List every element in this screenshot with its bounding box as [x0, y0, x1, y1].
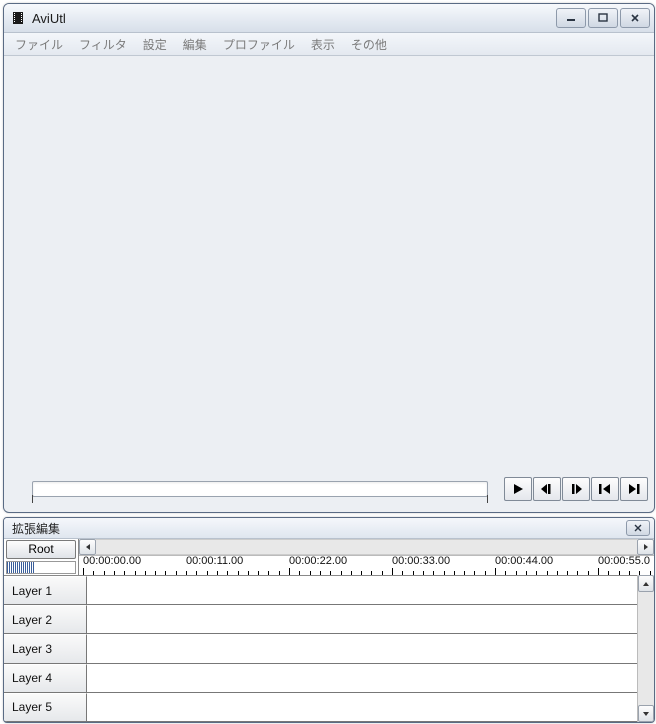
menu-edit[interactable]: 編集: [176, 34, 214, 55]
playback-buttons: [504, 477, 648, 501]
maximize-button[interactable]: [588, 8, 618, 28]
timeline: Root 00:00:00.0000:00:11.0000:00:22.0000…: [4, 539, 654, 722]
layer-track[interactable]: [87, 664, 654, 692]
layer-row: Layer 5: [4, 693, 654, 722]
window-title: AviUtl: [32, 11, 556, 26]
zoom-slider[interactable]: [6, 561, 76, 574]
window-controls: [556, 8, 650, 28]
ruler-area[interactable]: 00:00:00.00 00:00:11.00 00:00:22.00 00:00:3…: [79, 539, 654, 575]
layer-label[interactable]: Layer 4: [4, 664, 87, 692]
hscrollbar[interactable]: [79, 539, 654, 556]
step-forward-button[interactable]: [562, 477, 590, 501]
menu-other[interactable]: その他: [344, 34, 394, 55]
preview-area: [4, 56, 654, 470]
ext-edit-window: 拡張編集 Root 00:00:00.00 00:00:11.00 00:00:22…: [3, 517, 655, 723]
ruler-row: Root 00:00:00.0000:00:11.0000:00:22.0000…: [4, 539, 654, 576]
ext-titlebar[interactable]: 拡張編集: [4, 518, 654, 539]
vscroll-down-arrow-icon[interactable]: [638, 705, 654, 722]
layer-row: Layer 2: [4, 605, 654, 634]
main-window: AviUtl ファイル フィルタ 設定 編集 プロファイル 表示 その他: [3, 3, 655, 513]
layer-row: Layer 3: [4, 634, 654, 663]
layer-label[interactable]: Layer 1: [4, 576, 87, 604]
hscroll-right-arrow-icon[interactable]: [637, 539, 654, 555]
time-label: 00:00:22.00: [289, 555, 347, 567]
layer-track[interactable]: [87, 693, 654, 721]
menu-settings[interactable]: 設定: [136, 34, 174, 55]
layer-row: Layer 4: [4, 664, 654, 693]
ext-window-title: 拡張編集: [12, 520, 626, 537]
playback-bar: [4, 470, 654, 512]
root-button[interactable]: Root: [6, 540, 76, 559]
layer-track[interactable]: [87, 634, 654, 662]
layer-track[interactable]: [87, 605, 654, 633]
layers: Layer 1 Layer 2 Layer 3 Layer 4 Layer 5: [4, 576, 654, 722]
minimize-button[interactable]: [556, 8, 586, 28]
hscroll-left-arrow-icon[interactable]: [79, 539, 96, 555]
seek-end-button[interactable]: [620, 477, 648, 501]
menu-profile[interactable]: プロファイル: [216, 34, 302, 55]
layer-label[interactable]: Layer 3: [4, 634, 87, 662]
time-label: 00:00:33.00: [392, 555, 450, 567]
ext-close-button[interactable]: [626, 520, 650, 536]
menu-filter[interactable]: フィルタ: [72, 34, 134, 55]
menubar: ファイル フィルタ 設定 編集 プロファイル 表示 その他: [4, 33, 654, 56]
menu-file[interactable]: ファイル: [8, 34, 70, 55]
time-label: 00:00:00.00: [83, 555, 141, 567]
layer-row: Layer 1: [4, 576, 654, 605]
play-button[interactable]: [504, 477, 532, 501]
titlebar[interactable]: AviUtl: [4, 4, 654, 33]
layer-label[interactable]: Layer 5: [4, 693, 87, 721]
vscrollbar[interactable]: [637, 575, 654, 722]
layer-label[interactable]: Layer 2: [4, 605, 87, 633]
step-back-button[interactable]: [533, 477, 561, 501]
menu-display[interactable]: 表示: [304, 34, 342, 55]
seek-slider[interactable]: [22, 477, 498, 501]
close-button[interactable]: [620, 8, 650, 28]
seek-start-button[interactable]: [591, 477, 619, 501]
vscroll-up-arrow-icon[interactable]: [638, 575, 654, 592]
time-label: 00:00:55.0: [598, 555, 650, 567]
time-label: 00:00:44.00: [495, 555, 553, 567]
app-icon: [10, 10, 26, 26]
time-label: 00:00:11.00: [186, 555, 243, 567]
layer-track[interactable]: [87, 576, 654, 604]
